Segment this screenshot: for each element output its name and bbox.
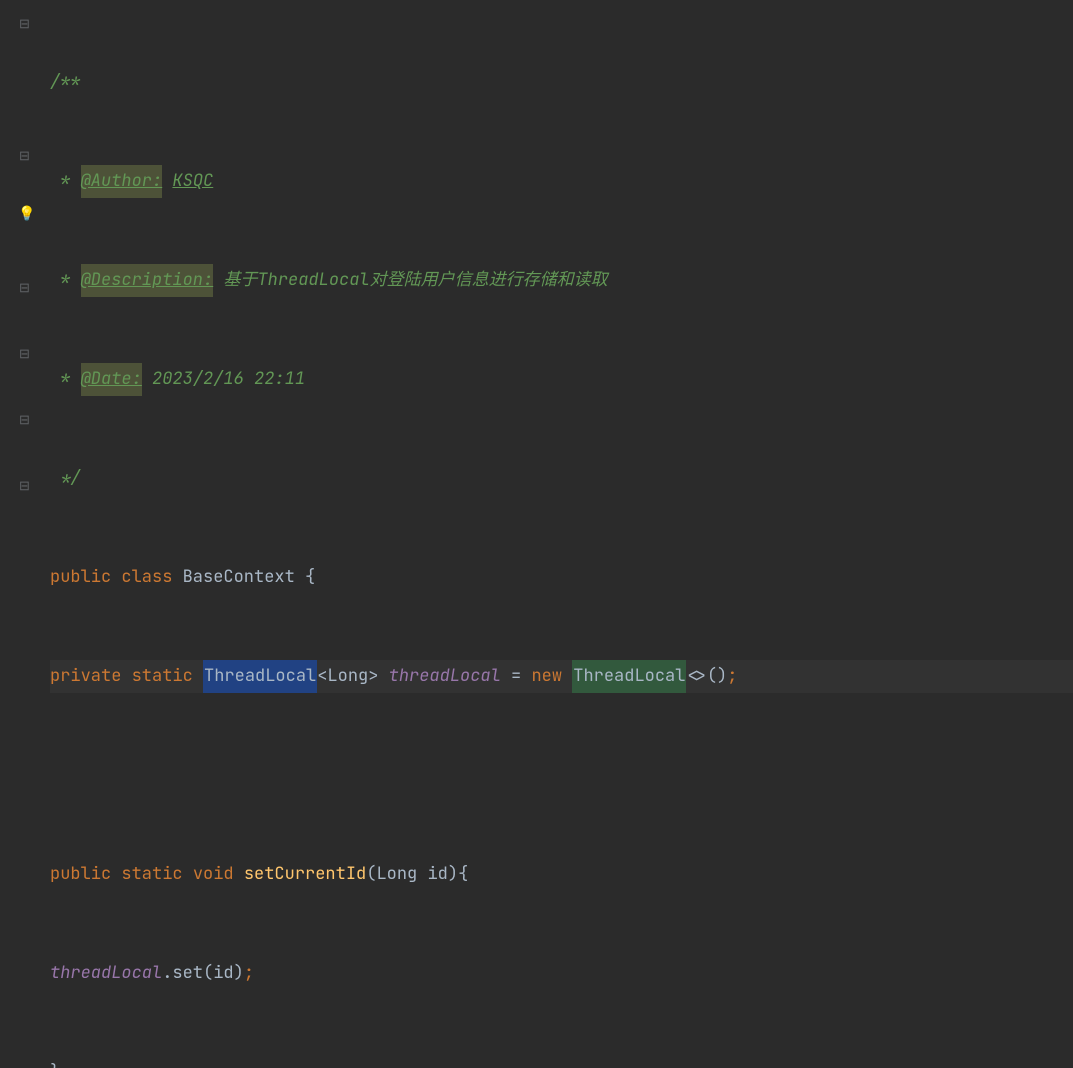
fold-icon[interactable] bbox=[19, 275, 31, 287]
threadlocal-type-usage: ThreadLocal bbox=[572, 660, 686, 693]
fold-icon[interactable] bbox=[19, 341, 31, 353]
method-setcurrentid-decl: public static void setCurrentId(Long id)… bbox=[50, 858, 1073, 891]
doc-date-line: * @Date: 2023/2/16 22:11 bbox=[50, 363, 1073, 396]
threadlocal-type-selected: ThreadLocal bbox=[203, 660, 317, 693]
code-area[interactable]: /** * @Author: KSQC * @Description: 基于Th… bbox=[50, 0, 1073, 534]
fold-icon[interactable] bbox=[19, 11, 31, 23]
method-setcurrentid-close: } bbox=[50, 1056, 1073, 1068]
doc-comment-end: */ bbox=[50, 462, 1073, 495]
intention-bulb-icon[interactable]: 💡 bbox=[18, 198, 35, 231]
fold-icon[interactable] bbox=[19, 473, 31, 485]
class-declaration: public class BaseContext { bbox=[50, 561, 1073, 594]
author-tag: @Author: bbox=[81, 165, 163, 198]
fold-icon[interactable] bbox=[19, 407, 31, 419]
doc-author-line: * @Author: KSQC bbox=[50, 165, 1073, 198]
description-tag: @Description: bbox=[81, 264, 214, 297]
method-setcurrentid-body: threadLocal.set(id); bbox=[50, 957, 1073, 990]
doc-description-line: * @Description: 基于ThreadLocal对登陆用户信息进行存储… bbox=[50, 264, 1073, 297]
doc-comment-start: /** bbox=[50, 66, 1073, 99]
field-declaration: private static ThreadLocal<Long> threadL… bbox=[50, 660, 1073, 693]
fold-icon[interactable] bbox=[19, 143, 31, 155]
date-tag: @Date: bbox=[81, 363, 142, 396]
code-editor[interactable]: 💡 /** * @Author: KSQC * @Description: 基于… bbox=[0, 0, 1073, 534]
blank-line bbox=[50, 759, 1073, 792]
editor-gutter: 💡 bbox=[0, 0, 50, 534]
